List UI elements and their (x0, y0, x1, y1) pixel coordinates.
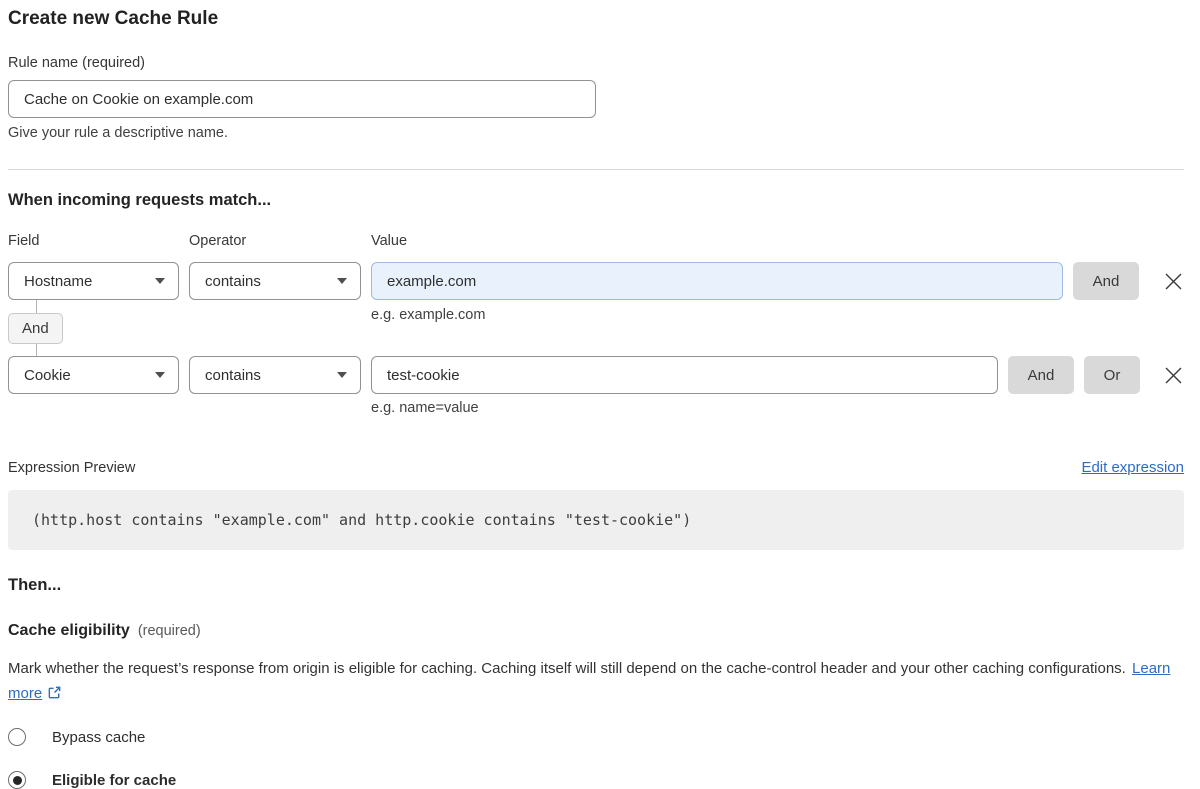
edit-expression-link[interactable]: Edit expression (1081, 459, 1184, 476)
expression-preview-label: Expression Preview (8, 460, 135, 476)
condition-row-1: Hostname contains And (8, 262, 1184, 300)
create-cache-rule-form: Create new Cache Rule Rule name (require… (8, 0, 1184, 789)
required-tag: (required) (138, 623, 201, 639)
page-title: Create new Cache Rule (8, 8, 1184, 30)
chevron-down-icon (155, 278, 165, 284)
match-heading: When incoming requests match... (8, 191, 1184, 210)
remove-condition-button-1[interactable] (1162, 270, 1184, 292)
radio-option-eligible-for-cache[interactable]: Eligible for cache (8, 771, 1184, 789)
expression-code: (http.host contains "example.com" and ht… (32, 511, 691, 529)
close-icon (1165, 367, 1182, 384)
radio-option-bypass-cache[interactable]: Bypass cache (8, 728, 1184, 746)
cache-eligibility-heading: Cache eligibility (required) (8, 622, 1184, 640)
field-select-2[interactable]: Cookie (8, 356, 179, 394)
field-select-1[interactable]: Hostname (8, 262, 179, 300)
section-divider (8, 169, 1184, 170)
value-hint-2: e.g. name=value (371, 400, 1184, 416)
condition-row-2: Cookie contains And Or (8, 356, 1184, 394)
description-text: Mark whether the request’s response from… (8, 660, 1126, 677)
value-input-2[interactable] (371, 356, 998, 394)
cache-eligibility-description: Mark whether the request’s response from… (8, 656, 1184, 706)
radio-button-unselected[interactable] (8, 728, 26, 746)
and-button-1[interactable]: And (1073, 262, 1139, 300)
rule-name-input[interactable] (8, 80, 596, 118)
or-button-2[interactable]: Or (1084, 356, 1140, 394)
value-hint-1: e.g. example.com (371, 307, 485, 323)
field-select-2-value: Cookie (24, 367, 71, 384)
radio-button-selected[interactable] (8, 771, 26, 789)
value-column-label: Value (371, 233, 407, 249)
operator-select-2[interactable]: contains (189, 356, 361, 394)
condition-connector-area: And e.g. example.com (8, 300, 1184, 356)
then-heading: Then... (8, 576, 1184, 595)
operator-select-1-value: contains (205, 273, 261, 290)
condition-column-labels: Field Operator Value (8, 233, 1184, 249)
connector-and-badge[interactable]: And (8, 313, 63, 344)
radio-label: Bypass cache (52, 729, 145, 746)
rule-name-helper: Give your rule a descriptive name. (8, 125, 1184, 141)
remove-condition-button-2[interactable] (1162, 364, 1184, 386)
chevron-down-icon (337, 372, 347, 378)
field-select-1-value: Hostname (24, 273, 92, 290)
external-link-icon (47, 685, 62, 700)
operator-select-2-value: contains (205, 367, 261, 384)
and-button-2[interactable]: And (1008, 356, 1074, 394)
field-column-label: Field (8, 233, 189, 249)
cache-eligibility-title: Cache eligibility (8, 622, 130, 640)
operator-select-1[interactable]: contains (189, 262, 361, 300)
operator-column-label: Operator (189, 233, 371, 249)
radio-label: Eligible for cache (52, 772, 176, 789)
chevron-down-icon (155, 372, 165, 378)
rule-name-label: Rule name (required) (8, 55, 1184, 71)
value-input-1[interactable] (371, 262, 1063, 300)
close-icon (1165, 273, 1182, 290)
expression-preview-block: (http.host contains "example.com" and ht… (8, 490, 1184, 550)
chevron-down-icon (337, 278, 347, 284)
expression-preview-header: Expression Preview Edit expression (8, 459, 1184, 476)
